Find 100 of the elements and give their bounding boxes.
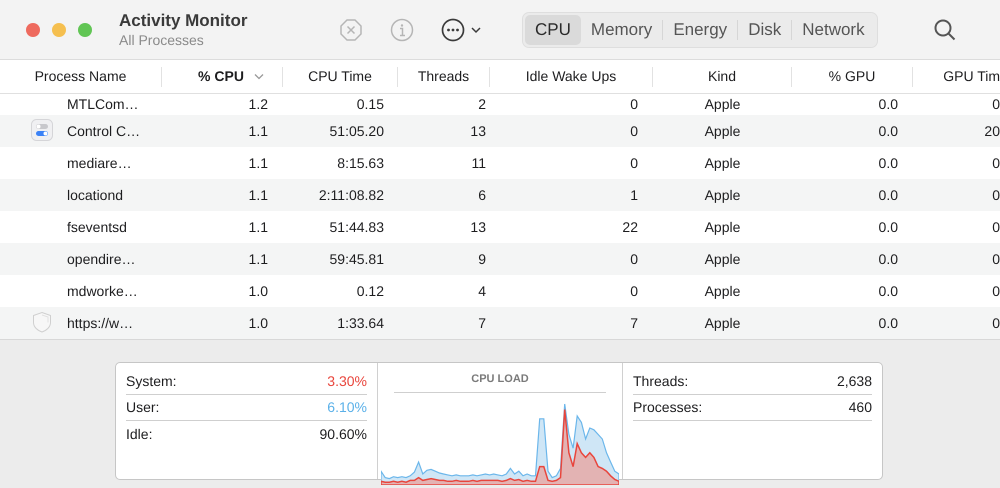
table-cell: 1 bbox=[630, 186, 638, 202]
table-cell: opendire… bbox=[67, 250, 136, 266]
table-cell: 0 bbox=[630, 154, 638, 170]
table-cell: 0 bbox=[630, 122, 638, 138]
minimize-window-control[interactable] bbox=[52, 22, 66, 36]
table-cell: 1.2 bbox=[248, 96, 268, 112]
table-cell: 4 bbox=[478, 282, 486, 298]
table-cell: 0.0 bbox=[878, 314, 898, 330]
close-window-control[interactable] bbox=[26, 22, 40, 36]
count-label: Processes: bbox=[633, 398, 702, 417]
count-value: 2,638 bbox=[836, 372, 872, 391]
table-cell: Apple bbox=[704, 314, 740, 330]
column-header[interactable]: Idle Wake Ups bbox=[526, 66, 616, 87]
table-cell: 13 bbox=[470, 122, 486, 138]
table-cell: mediare… bbox=[67, 154, 132, 170]
table-cell: 0.0 bbox=[878, 122, 898, 138]
table-cell: 0 bbox=[630, 282, 638, 298]
column-header[interactable]: CPU Time bbox=[308, 66, 372, 87]
process-row[interactable]: https://w… 1.0 1:33.64 7 7 Apple 0.0 0 bbox=[0, 307, 1000, 339]
stat-label: User: bbox=[126, 398, 160, 417]
column-header[interactable]: GPU Tim bbox=[943, 66, 1000, 87]
view-tab[interactable]: CPU bbox=[525, 14, 581, 44]
table-cell: Apple bbox=[704, 122, 740, 138]
table-cell: 7 bbox=[478, 314, 486, 330]
table-cell: 1.1 bbox=[248, 250, 268, 266]
table-cell: 1:33.64 bbox=[337, 314, 384, 330]
table-cell: 0.0 bbox=[878, 282, 898, 298]
table-cell: 20 bbox=[984, 122, 1000, 138]
column-header[interactable]: % CPU bbox=[180, 66, 264, 87]
table-cell: 0.0 bbox=[878, 218, 898, 234]
table-cell: 0 bbox=[992, 314, 1000, 330]
view-tab[interactable]: Network bbox=[792, 14, 875, 44]
table-cell: 2:11:08.82 bbox=[318, 186, 384, 202]
table-cell: 0.15 bbox=[356, 96, 384, 112]
table-cell: mdworke… bbox=[67, 282, 138, 298]
table-cell: 0 bbox=[992, 154, 1000, 170]
table-cell: Apple bbox=[704, 96, 740, 112]
table-cell: 6 bbox=[478, 186, 486, 202]
table-cell: 2 bbox=[478, 96, 486, 112]
window-title: Activity Monitor bbox=[119, 10, 248, 30]
table-cell: fseventsd bbox=[67, 218, 127, 234]
table-cell: Apple bbox=[704, 186, 740, 202]
process-row[interactable]: opendire… 1.1 59:45.81 9 0 Apple 0.0 0 bbox=[0, 243, 1000, 275]
window-subtitle: All Processes bbox=[119, 30, 205, 48]
count-label: Threads: bbox=[633, 372, 688, 391]
stat-value: 90.60% bbox=[320, 424, 367, 444]
table-cell: 0 bbox=[992, 218, 1000, 234]
stat-value: 6.10% bbox=[327, 398, 367, 417]
table-cell: 9 bbox=[478, 250, 486, 266]
table-cell: 51:05.20 bbox=[330, 122, 384, 138]
table-cell: https://w… bbox=[67, 314, 134, 330]
process-row[interactable]: locationd 1.1 2:11:08.82 6 1 Apple 0.0 0 bbox=[0, 179, 1000, 211]
table-cell: 1.1 bbox=[248, 186, 268, 202]
table-cell: Apple bbox=[704, 218, 740, 234]
table-cell: 0.12 bbox=[356, 282, 384, 298]
table-cell: 0.0 bbox=[878, 96, 898, 112]
table-cell: 1.0 bbox=[248, 314, 268, 330]
stat-label: System: bbox=[126, 372, 177, 391]
table-cell: 0 bbox=[992, 282, 1000, 298]
stat-label: Idle: bbox=[126, 424, 152, 444]
zoom-window-control[interactable] bbox=[78, 22, 92, 36]
column-header[interactable]: Process Name bbox=[34, 66, 126, 87]
view-tab[interactable]: Energy bbox=[663, 14, 738, 44]
graph-title: CPU LOAD bbox=[394, 363, 606, 392]
table-cell: MTLCom… bbox=[67, 96, 139, 112]
table-cell: 0 bbox=[992, 186, 1000, 202]
table-cell: 1.1 bbox=[248, 154, 268, 170]
table-cell: 11 bbox=[471, 154, 486, 170]
column-header[interactable]: Threads bbox=[418, 66, 470, 87]
column-header[interactable]: % GPU bbox=[828, 66, 876, 87]
table-cell: 0.0 bbox=[878, 154, 898, 170]
table-cell: 1.1 bbox=[248, 218, 268, 234]
process-row[interactable]: Control C… 1.1 51:05.20 13 0 Apple 0.0 20 bbox=[0, 115, 1000, 147]
table-cell: 0.0 bbox=[878, 186, 898, 202]
table-cell: 0 bbox=[630, 96, 638, 112]
table-cell: 51:44.83 bbox=[330, 218, 384, 234]
column-header[interactable]: Kind bbox=[708, 66, 736, 87]
view-tab[interactable]: Disk bbox=[738, 14, 792, 44]
view-tab[interactable]: Memory bbox=[580, 14, 662, 44]
table-cell: Control C… bbox=[67, 122, 140, 138]
table-cell: 0 bbox=[992, 96, 1000, 112]
table-cell: 1.1 bbox=[248, 122, 268, 138]
sort-chevron-icon bbox=[254, 73, 264, 80]
table-cell: 0 bbox=[992, 250, 1000, 266]
table-cell: Apple bbox=[704, 282, 740, 298]
table-cell: 7 bbox=[630, 314, 638, 330]
table-cell: 1.0 bbox=[248, 282, 268, 298]
stat-value: 3.30% bbox=[327, 372, 367, 391]
toggle-switches-icon bbox=[31, 118, 53, 140]
table-cell: locationd bbox=[67, 186, 124, 202]
table-cell: 22 bbox=[622, 218, 638, 234]
more-button[interactable] bbox=[441, 18, 481, 42]
count-value: 460 bbox=[848, 398, 872, 417]
table-cell: 0 bbox=[630, 250, 638, 266]
table-cell: Apple bbox=[704, 250, 740, 266]
search-icon[interactable] bbox=[932, 18, 957, 42]
shield-icon bbox=[31, 310, 53, 332]
table-cell: 8:15.63 bbox=[337, 154, 384, 170]
table-cell: 13 bbox=[470, 218, 486, 234]
table-cell: 59:45.81 bbox=[330, 250, 384, 266]
